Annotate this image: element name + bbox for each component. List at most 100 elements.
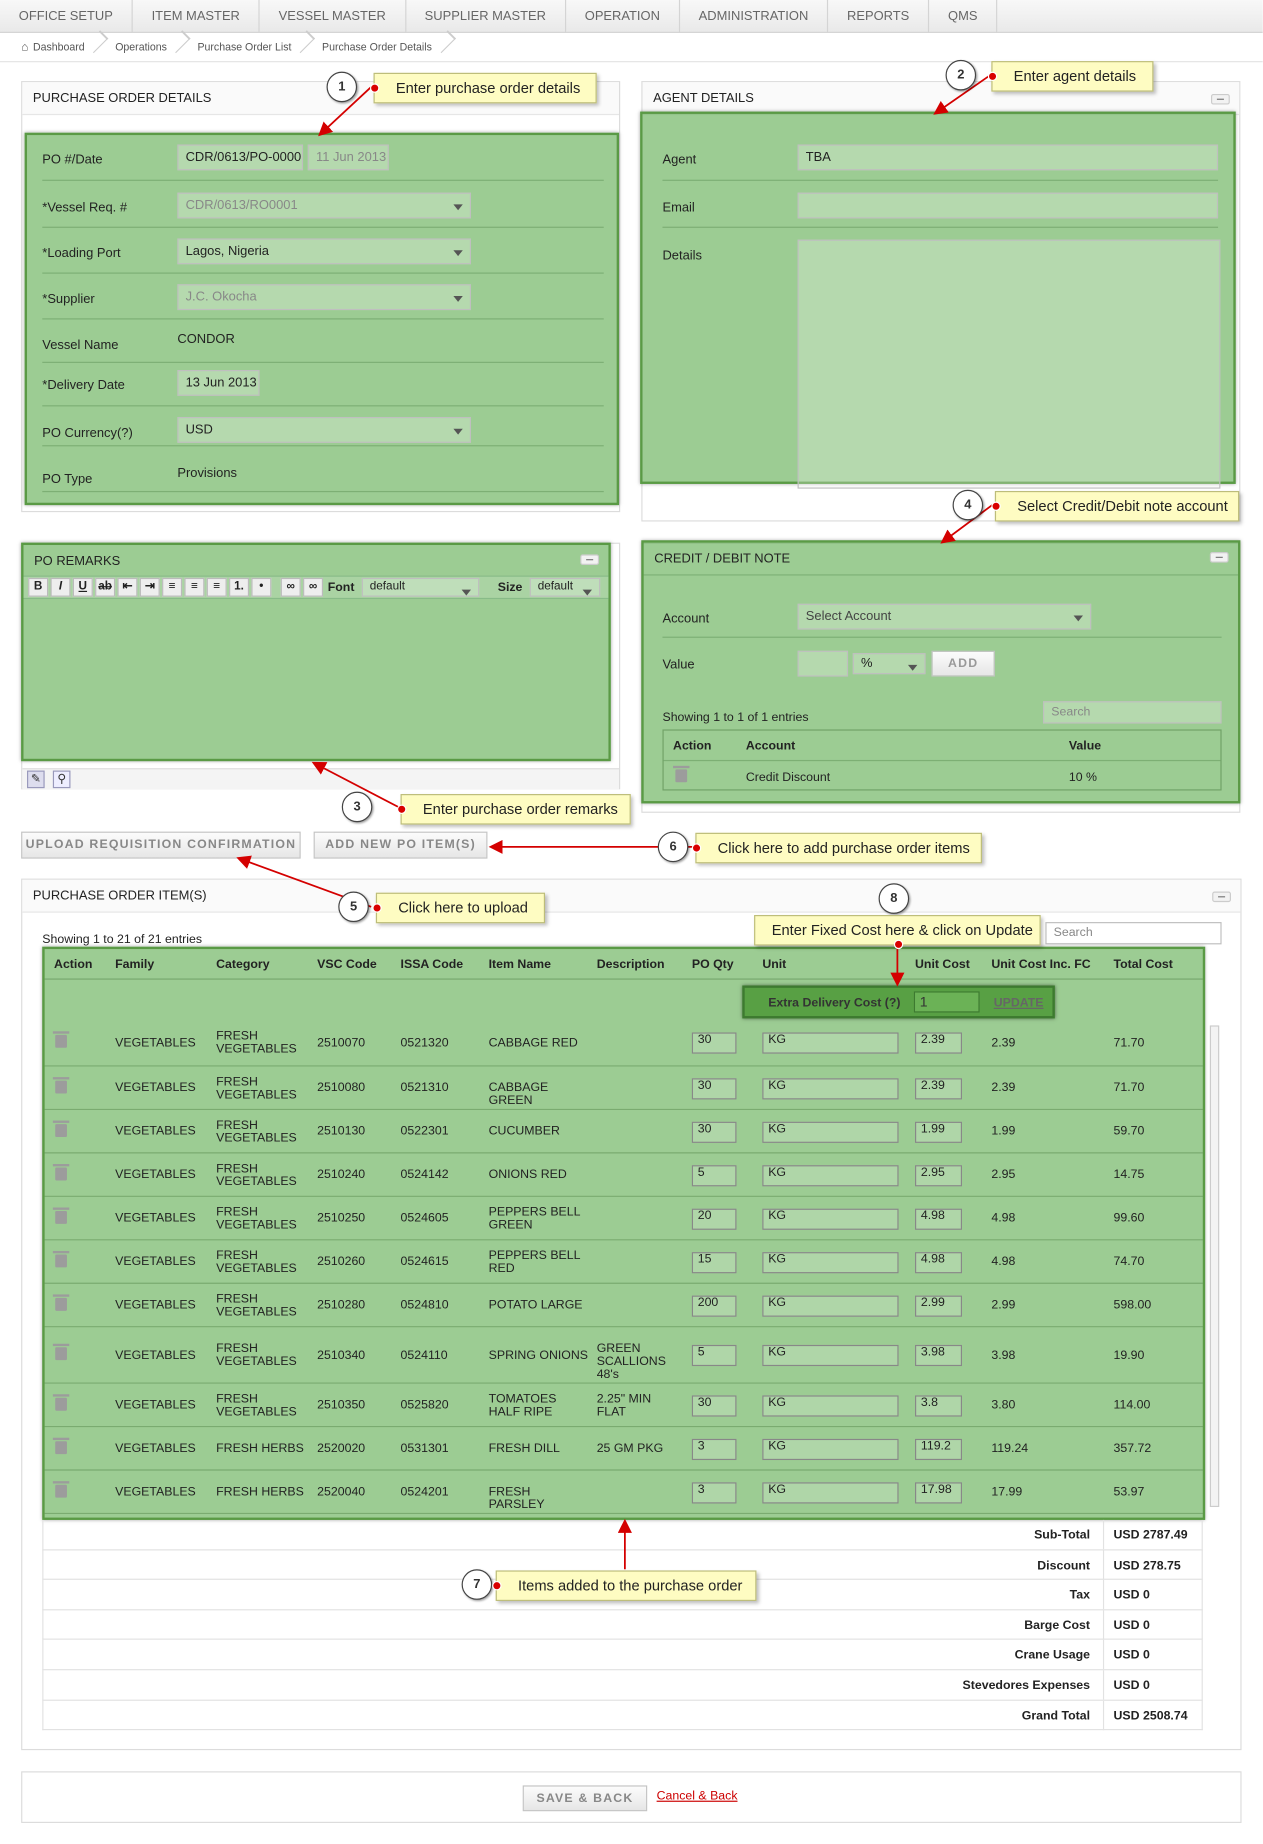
save-back-button[interactable]: SAVE & BACK [522, 1785, 648, 1812]
ordered-list-icon[interactable]: 1. [229, 577, 250, 597]
unit-input[interactable]: KG [762, 1294, 899, 1317]
unit-cost-input[interactable]: 3.8 [915, 1394, 962, 1416]
minimize-icon[interactable] [580, 554, 600, 565]
unit-cost-input[interactable]: 17.98 [915, 1481, 962, 1503]
col-action[interactable]: Action [673, 739, 711, 753]
col-header[interactable]: Unit Cost [915, 957, 970, 971]
delete-icon[interactable] [52, 1076, 70, 1093]
cancel-back-link[interactable]: Cancel & Back [657, 1789, 738, 1803]
po-qty-input[interactable]: 200 [691, 1294, 737, 1317]
unit-cost-input[interactable]: 2.95 [915, 1164, 962, 1186]
bullet-list-icon[interactable]: • [251, 577, 272, 597]
col-header[interactable]: Unit [762, 957, 786, 971]
crumb-dashboard[interactable]: Dashboard [33, 41, 101, 53]
unit-input[interactable]: KG [762, 1481, 899, 1503]
strikethrough-icon[interactable]: ab [95, 577, 116, 597]
font-select[interactable]: default [361, 577, 479, 597]
minimize-icon[interactable] [1212, 891, 1231, 903]
nav-supplier-master[interactable]: SUPPLIER MASTER [406, 0, 566, 33]
po-qty-input[interactable]: 3 [691, 1481, 737, 1503]
delete-icon[interactable] [52, 1343, 70, 1361]
delete-icon[interactable] [52, 1206, 70, 1224]
col-header[interactable]: ISSA Code [401, 957, 464, 971]
col-header[interactable]: Category [216, 957, 269, 971]
po-qty-input[interactable]: 30 [691, 1394, 737, 1416]
credit-search[interactable]: Search [1043, 701, 1222, 724]
vessel-req-select[interactable]: CDR/0613/RO0001 [177, 192, 472, 219]
unit-input[interactable]: KG [762, 1438, 899, 1460]
edit-icon[interactable]: ✎ [27, 770, 45, 789]
unit-cost-input[interactable]: 2.39 [915, 1032, 962, 1054]
extra-delivery-field[interactable]: 1 [913, 991, 980, 1013]
nav-operation[interactable]: OPERATION [566, 0, 680, 33]
col-header[interactable]: Item Name [489, 957, 551, 971]
unit-input[interactable]: KG [762, 1208, 899, 1230]
value-field[interactable] [797, 650, 849, 677]
underline-icon[interactable]: U [72, 577, 93, 597]
details-textarea[interactable] [797, 239, 1221, 489]
col-header[interactable]: PO Qty [692, 957, 734, 971]
unit-cost-input[interactable]: 4.98 [915, 1251, 962, 1273]
unit-cost-input[interactable]: 4.98 [915, 1208, 962, 1230]
minimize-icon[interactable] [1209, 552, 1229, 563]
nav-item-master[interactable]: ITEM MASTER [133, 0, 260, 33]
col-header[interactable]: Description [597, 957, 665, 971]
po-qty-input[interactable]: 30 [691, 1032, 737, 1054]
unit-cost-input[interactable]: 3.98 [915, 1344, 962, 1367]
unit-cost-input[interactable]: 119.2 [915, 1438, 962, 1460]
nav-vessel-master[interactable]: VESSEL MASTER [260, 0, 406, 33]
delete-icon[interactable] [52, 1031, 70, 1048]
po-qty-input[interactable]: 30 [691, 1077, 737, 1099]
bold-icon[interactable]: B [28, 577, 49, 597]
col-account[interactable]: Account [746, 739, 795, 753]
crumb-operations[interactable]: Operations [115, 41, 183, 53]
po-qty-input[interactable]: 3 [691, 1438, 737, 1460]
delete-icon[interactable] [52, 1393, 70, 1411]
email-field[interactable] [797, 192, 1219, 219]
upload-requisition-button[interactable]: UPLOAD REQUISITION CONFIRMATION [21, 831, 301, 859]
unit-input[interactable]: KG [762, 1251, 899, 1273]
nav-reports[interactable]: REPORTS [828, 0, 930, 33]
unit-input[interactable]: KG [762, 1164, 899, 1186]
currency-select[interactable]: USD [177, 416, 472, 443]
add-button[interactable]: ADD [931, 650, 995, 677]
po-date-field[interactable]: 11 Jun 2013 [307, 144, 389, 171]
remarks-textarea[interactable] [23, 600, 608, 756]
loading-port-select[interactable]: Lagos, Nigeria [177, 238, 472, 265]
unit-input[interactable]: KG [762, 1032, 899, 1054]
account-select[interactable]: Select Account [797, 603, 1092, 630]
align-center-icon[interactable]: ≡ [162, 577, 183, 597]
items-search[interactable]: Search [1045, 922, 1222, 945]
delivery-date-field[interactable]: 13 Jun 2013 [177, 369, 260, 396]
col-header[interactable]: Unit Cost Inc. FC [991, 957, 1090, 971]
po-qty-input[interactable]: 20 [691, 1208, 737, 1230]
po-qty-input[interactable]: 30 [691, 1121, 737, 1143]
col-header[interactable]: Total Cost [1114, 957, 1173, 971]
delete-icon[interactable] [52, 1293, 70, 1311]
unit-cost-input[interactable]: 1.99 [915, 1121, 962, 1143]
nav-office-setup[interactable]: OFFICE SETUP [0, 0, 133, 33]
unlink-icon[interactable]: ∞ [303, 577, 324, 597]
add-po-item-button[interactable]: ADD NEW PO ITEM(S) [313, 831, 488, 859]
supplier-select[interactable]: J.C. Okocha [177, 284, 472, 311]
nav-administration[interactable]: ADMINISTRATION [680, 0, 829, 33]
po-number-field[interactable]: CDR/0613/PO-0000 [177, 144, 304, 171]
size-select[interactable]: default [529, 577, 600, 597]
delete-icon[interactable] [52, 1250, 70, 1267]
unit-cost-input[interactable]: 2.99 [915, 1294, 962, 1317]
delete-icon[interactable] [52, 1437, 70, 1454]
po-qty-input[interactable]: 5 [691, 1164, 737, 1186]
delete-icon[interactable] [52, 1480, 70, 1498]
unit-input[interactable]: KG [762, 1394, 899, 1416]
col-header[interactable]: Family [115, 957, 154, 971]
col-value[interactable]: Value [1069, 739, 1101, 753]
align-left-icon[interactable]: ≡ [184, 577, 205, 597]
update-link[interactable]: UPDATE [994, 996, 1044, 1010]
outdent-icon[interactable]: ⇤ [117, 577, 138, 597]
crumb-po-list[interactable]: Purchase Order List [197, 41, 307, 53]
nav-qms[interactable]: QMS [929, 0, 998, 33]
delete-icon[interactable] [52, 1119, 70, 1137]
delete-icon[interactable] [673, 765, 690, 783]
col-header[interactable]: Action [54, 957, 92, 971]
italic-icon[interactable]: I [50, 577, 71, 597]
